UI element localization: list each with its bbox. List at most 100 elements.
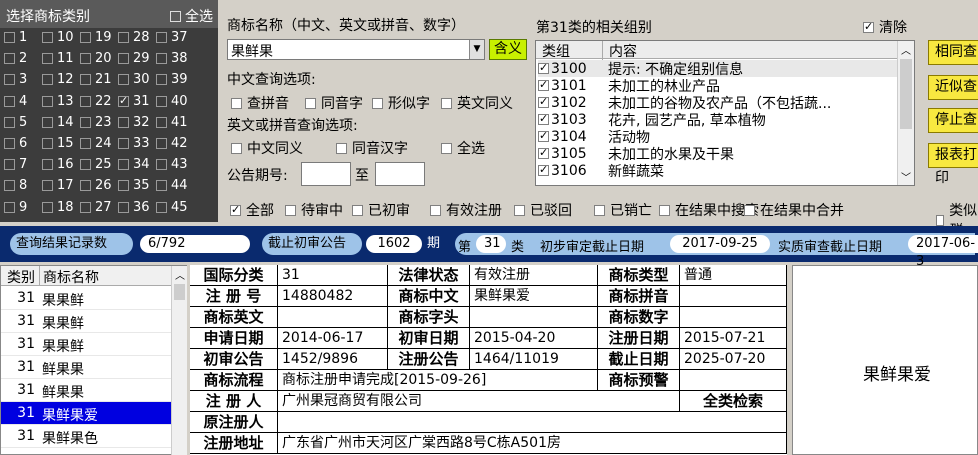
filter-option[interactable]: 有效注册 [430, 200, 502, 220]
category-checkbox[interactable]: 43 [156, 157, 188, 172]
category-checkbox[interactable]: 33 [118, 136, 150, 151]
meaning-button[interactable]: 含义 [489, 39, 527, 60]
cn-option-pinyin[interactable]: 查拼音 [231, 93, 289, 113]
checkbox[interactable] [538, 112, 549, 125]
filter-option[interactable]: 在结果中合并 [744, 200, 844, 220]
result-row[interactable]: 31 果鲜果色 [1, 425, 171, 448]
category-checkbox[interactable]: 36 [118, 200, 150, 215]
checkbox[interactable] [80, 116, 91, 128]
checkbox[interactable] [372, 97, 383, 109]
checkbox[interactable] [156, 201, 167, 213]
checkbox[interactable] [118, 74, 129, 86]
category-checkbox[interactable]: 39 [156, 72, 188, 87]
category-checkbox[interactable]: 28 [118, 30, 150, 45]
scroll-thumb[interactable] [900, 59, 912, 129]
category-checkbox[interactable]: 21 [80, 72, 112, 87]
checkbox[interactable] [538, 129, 549, 142]
category-checkbox[interactable]: 27 [80, 200, 112, 215]
filter-option[interactable]: 已驳回 [514, 200, 572, 220]
category-checkbox[interactable]: 45 [156, 200, 188, 215]
category-checkbox[interactable]: 13 [42, 94, 74, 109]
all-class-search-button[interactable]: 全类检索 [680, 391, 787, 412]
checkbox[interactable] [42, 32, 53, 43]
result-scrollbar[interactable]: ︿ [171, 266, 187, 455]
group-row[interactable]: 3104活动物 [538, 128, 898, 146]
category-checkbox[interactable]: 9 [4, 200, 27, 215]
checkbox[interactable] [538, 78, 549, 91]
checkbox[interactable] [42, 116, 53, 128]
checkbox[interactable] [118, 53, 129, 65]
checkbox[interactable] [659, 204, 670, 216]
category-checkbox[interactable]: 35 [118, 178, 150, 193]
checkbox[interactable] [538, 61, 549, 74]
checkbox[interactable] [118, 201, 129, 213]
checkbox[interactable] [156, 95, 167, 107]
checkbox[interactable] [42, 201, 53, 213]
announce-to-input[interactable] [375, 162, 425, 186]
category-checkbox[interactable]: 12 [42, 72, 74, 87]
mark-name-input[interactable]: 果鲜果 [227, 39, 485, 60]
category-checkbox[interactable]: 15 [42, 136, 74, 151]
category-checkbox[interactable]: 37 [156, 30, 188, 45]
checkbox[interactable] [156, 53, 167, 65]
same-search-button[interactable]: 相同查 [928, 40, 978, 65]
category-checkbox[interactable]: 8 [4, 178, 27, 193]
checkbox[interactable] [80, 201, 91, 213]
category-checkbox[interactable]: 18 [42, 200, 74, 215]
checkbox[interactable] [441, 97, 452, 109]
checkbox[interactable] [4, 32, 15, 43]
checkbox[interactable] [4, 116, 15, 128]
category-checkbox[interactable]: 3 [4, 72, 27, 87]
category-checkbox[interactable]: 26 [80, 178, 112, 193]
checkbox[interactable] [4, 95, 15, 107]
category-checkbox[interactable]: 1 [4, 30, 27, 45]
checkbox[interactable] [4, 74, 15, 86]
category-checkbox[interactable]: 29 [118, 51, 150, 66]
checkbox[interactable] [4, 138, 15, 149]
checkbox[interactable] [156, 74, 167, 86]
en-option-select-all[interactable]: 全选 [441, 138, 485, 158]
category-checkbox[interactable]: 31 [118, 94, 150, 109]
checkbox[interactable] [118, 116, 129, 128]
filter-option[interactable]: 已销亡 [594, 200, 652, 220]
checkbox[interactable] [118, 180, 129, 192]
result-row[interactable]: 31 果果鲜 [1, 287, 171, 310]
category-checkbox[interactable]: 4 [4, 94, 27, 109]
filter-option[interactable]: 全部 [230, 200, 274, 220]
checkbox[interactable] [156, 32, 167, 43]
checkbox[interactable] [118, 32, 129, 43]
result-row[interactable]: 31 果鲜果爱 [1, 402, 171, 425]
stop-search-button[interactable]: 停止查 [928, 108, 978, 133]
group-row[interactable]: 3103花卉, 园艺产品, 草本植物 [538, 111, 898, 129]
checkbox[interactable] [156, 116, 167, 128]
checkbox[interactable] [336, 142, 347, 154]
category-checkbox[interactable]: 32 [118, 115, 150, 130]
checkbox[interactable] [231, 97, 242, 109]
scroll-down-icon[interactable]: ﹀ [901, 169, 911, 184]
checkbox[interactable] [4, 180, 15, 192]
checkbox[interactable] [80, 159, 91, 171]
select-all-box[interactable] [170, 10, 181, 22]
checkbox[interactable] [285, 204, 296, 216]
checkbox[interactable] [42, 159, 53, 171]
category-checkbox[interactable]: 14 [42, 115, 74, 130]
checkbox[interactable] [514, 204, 525, 216]
cn-option-en-synonym[interactable]: 英文同义 [441, 93, 513, 113]
checkbox[interactable] [118, 138, 129, 149]
category-checkbox[interactable]: 22 [80, 94, 112, 109]
checkbox[interactable] [4, 53, 15, 65]
group-row[interactable]: 3102未加工的谷物及农产品（不包括蔬... [538, 94, 898, 112]
checkbox[interactable] [80, 95, 91, 107]
checkbox[interactable] [156, 159, 167, 171]
clear-checkbox[interactable]: 清除 [863, 17, 907, 37]
category-checkbox[interactable]: 41 [156, 115, 188, 130]
group-row[interactable]: 3106 新鲜蔬菜 [538, 162, 898, 180]
category-checkbox[interactable]: 17 [42, 178, 74, 193]
similar-search-button[interactable]: 近似查 [928, 75, 978, 100]
category-checkbox[interactable]: 5 [4, 115, 27, 130]
checkbox[interactable] [538, 146, 549, 159]
checkbox[interactable] [230, 203, 241, 216]
checkbox[interactable] [441, 142, 452, 154]
category-checkbox[interactable]: 11 [42, 51, 74, 66]
checkbox[interactable] [4, 201, 15, 213]
